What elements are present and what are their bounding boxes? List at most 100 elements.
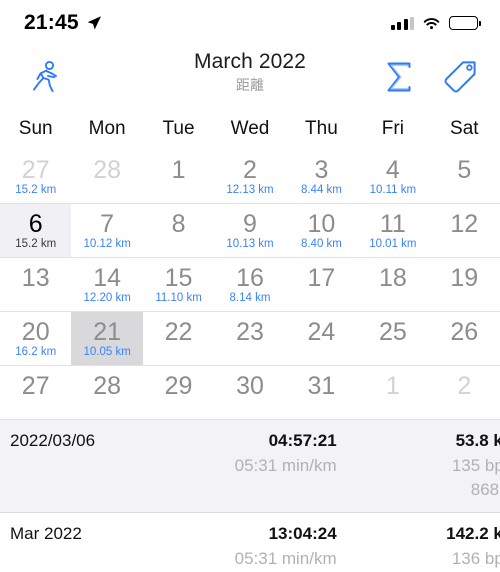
calendar-day-cell[interactable]: 20 [429, 366, 500, 419]
summary-distance: 53.8 km [455, 431, 500, 450]
calendar-day-cell[interactable]: 80 [143, 204, 214, 257]
calendar-day-cell[interactable]: 20 16.2 km [0, 312, 71, 365]
day-distance-label: 16.2 km [15, 345, 57, 358]
calendar-day-cell[interactable]: 14 12.20 km [71, 258, 142, 311]
calendar-day-cell[interactable]: 180 [357, 258, 428, 311]
day-number: 22 [164, 317, 193, 346]
day-distance-label: 15.2 km [15, 183, 57, 196]
running-figure-icon[interactable] [24, 57, 64, 97]
calendar-day-cell[interactable]: 4 10.11 km [357, 150, 428, 203]
calendar-day-cell[interactable]: 230 [214, 312, 285, 365]
day-number: 8 [171, 209, 186, 238]
calendar-day-cell[interactable]: 130 [0, 258, 71, 311]
day-distance-label: 12.20 km [83, 291, 131, 304]
calendar-week-row: 2702802903003101020 [0, 366, 500, 420]
summary-time-column: 04:57:21 05:31 min/km [173, 429, 337, 503]
calendar-grid: 2715.2 km28010212.13 km38.44 km410.11 km… [0, 150, 500, 420]
calendar-day-cell[interactable]: 6 15.2 km [0, 204, 72, 257]
calendar-day-cell[interactable]: 120 [429, 204, 500, 257]
calendar-day-cell[interactable]: 50 [429, 150, 500, 203]
day-number: 20 [21, 317, 50, 346]
weekday-sat: Sat [450, 118, 479, 139]
calendar-day-cell[interactable]: 7 10.12 km [71, 204, 142, 257]
calendar-day-cell[interactable]: 27 15.2 km [0, 150, 71, 203]
sigma-icon[interactable] [382, 60, 416, 94]
day-number: 2 [243, 155, 257, 184]
day-number: 2 [457, 371, 472, 400]
weekday-wed: Wed [230, 118, 270, 139]
day-distance-label: 15.2 km [15, 237, 57, 250]
day-number: 29 [164, 371, 193, 400]
status-bar: 21:45 [0, 0, 500, 46]
summary-heart-rate: 136 bpm [451, 548, 500, 568]
day-number: 13 [21, 263, 50, 292]
day-number: 14 [93, 263, 122, 292]
calendar-day-cell[interactable]: 270 [0, 366, 71, 419]
day-number: 19 [450, 263, 479, 292]
calendar-day-cell[interactable]: 280 [71, 150, 142, 203]
calendar-day-cell[interactable]: 15 11.10 km [143, 258, 214, 311]
day-distance-label: 10.01 km [369, 237, 417, 250]
calendar-day-cell[interactable]: 260 [429, 312, 500, 365]
day-distance-label: 10.13 km [226, 237, 274, 250]
summary-distance: 142.2 km [446, 523, 500, 543]
day-number: 21 [93, 317, 122, 346]
calendar-day-cell[interactable]: 190 [429, 258, 500, 311]
weekday-tue: Tue [162, 118, 195, 139]
battery-icon [449, 16, 481, 30]
summary-time-column: 13:04:24 05:31 min/km [173, 522, 337, 572]
day-number: 3 [314, 155, 329, 184]
calendar-day-cell[interactable]: 300 [214, 366, 285, 419]
calendar-day-cell[interactable]: 9 10.13 km [214, 204, 285, 257]
summary-pace: 05:31 min/km [234, 455, 337, 475]
location-arrow-icon [87, 16, 101, 30]
weekday-sun: Sun [18, 118, 53, 139]
calendar-day-cell[interactable]: 16 8.14 km [214, 258, 285, 311]
day-distance-label: 10.12 km [83, 237, 131, 250]
summary-elevation: 868 m [470, 480, 500, 500]
day-number: 6 [28, 209, 43, 238]
day-distance-label: 11.10 km [155, 291, 202, 304]
calendar-day-cell[interactable]: 11 10.01 km [357, 204, 428, 257]
calendar-day-cell[interactable]: 10 [143, 150, 214, 203]
summary-pace: 05:31 min/km [234, 548, 337, 568]
day-distance-label: 10.05 km [83, 345, 131, 358]
calendar-week-row: 615.2 km710.12 km80910.13 km108.40 km111… [0, 204, 500, 258]
calendar-day-cell[interactable]: 170 [286, 258, 357, 311]
summary-heart-rate: 135 bpm [451, 455, 500, 475]
calendar-day-cell[interactable]: 240 [286, 312, 357, 365]
tag-icon[interactable] [442, 59, 478, 95]
app-header: March 2022 距離 [0, 46, 500, 108]
calendar-day-cell[interactable]: 250 [357, 312, 428, 365]
calendar-day-cell[interactable]: 3 8.44 km [286, 150, 357, 203]
wifi-icon [423, 18, 440, 30]
summary-label: 2022/03/06 [10, 431, 96, 450]
calendar-day-cell[interactable]: 280 [71, 366, 142, 419]
day-distance-label: 12.13 km [226, 183, 274, 196]
calendar-day-cell[interactable]: 21 10.05 km [71, 312, 143, 365]
day-number: 12 [450, 209, 479, 238]
day-number: 5 [457, 155, 472, 184]
summary-row[interactable]: 2022/03/06 04:57:21 05:31 min/km 53.8 km 135… [0, 420, 500, 513]
summary-label-column: 2022/03/06 [10, 429, 173, 503]
calendar-day-cell[interactable]: 290 [143, 366, 214, 419]
weekday-thu: Thu [305, 118, 338, 139]
calendar-day-cell[interactable]: 220 [143, 312, 214, 365]
day-number: 25 [378, 317, 407, 346]
weekday-header-row: Sun Mon Tue Wed Thu Fri Sat [0, 108, 500, 150]
day-number: 28 [93, 155, 122, 184]
summary-row[interactable]: Mar 2022 13:04:24 05:31 min/km 142.2 km 136 … [0, 513, 500, 572]
day-number: 1 [171, 155, 186, 184]
calendar-day-cell[interactable]: 2 12.13 km [214, 150, 285, 203]
calendar-week-row: 1301412.20 km1511.10 km168.14 km17018019… [0, 258, 500, 312]
summary-metrics-column: 142.2 km136 bpm2,306 m [337, 522, 500, 572]
day-number: 10 [307, 209, 336, 238]
status-time: 21:45 [24, 11, 79, 34]
summary-list: 2022/03/06 04:57:21 05:31 min/km 53.8 km 135… [0, 420, 500, 572]
calendar-day-cell[interactable]: 10 8.40 km [286, 204, 357, 257]
calendar-week-row: 2016.2 km2110.05 km220230240250260 [0, 312, 500, 366]
summary-metrics-column: 53.8 km 135 bpm 868 m [337, 429, 500, 503]
summary-duration: 04:57:21 [268, 431, 337, 450]
calendar-day-cell[interactable]: 10 [357, 366, 428, 419]
calendar-day-cell[interactable]: 310 [286, 366, 357, 419]
